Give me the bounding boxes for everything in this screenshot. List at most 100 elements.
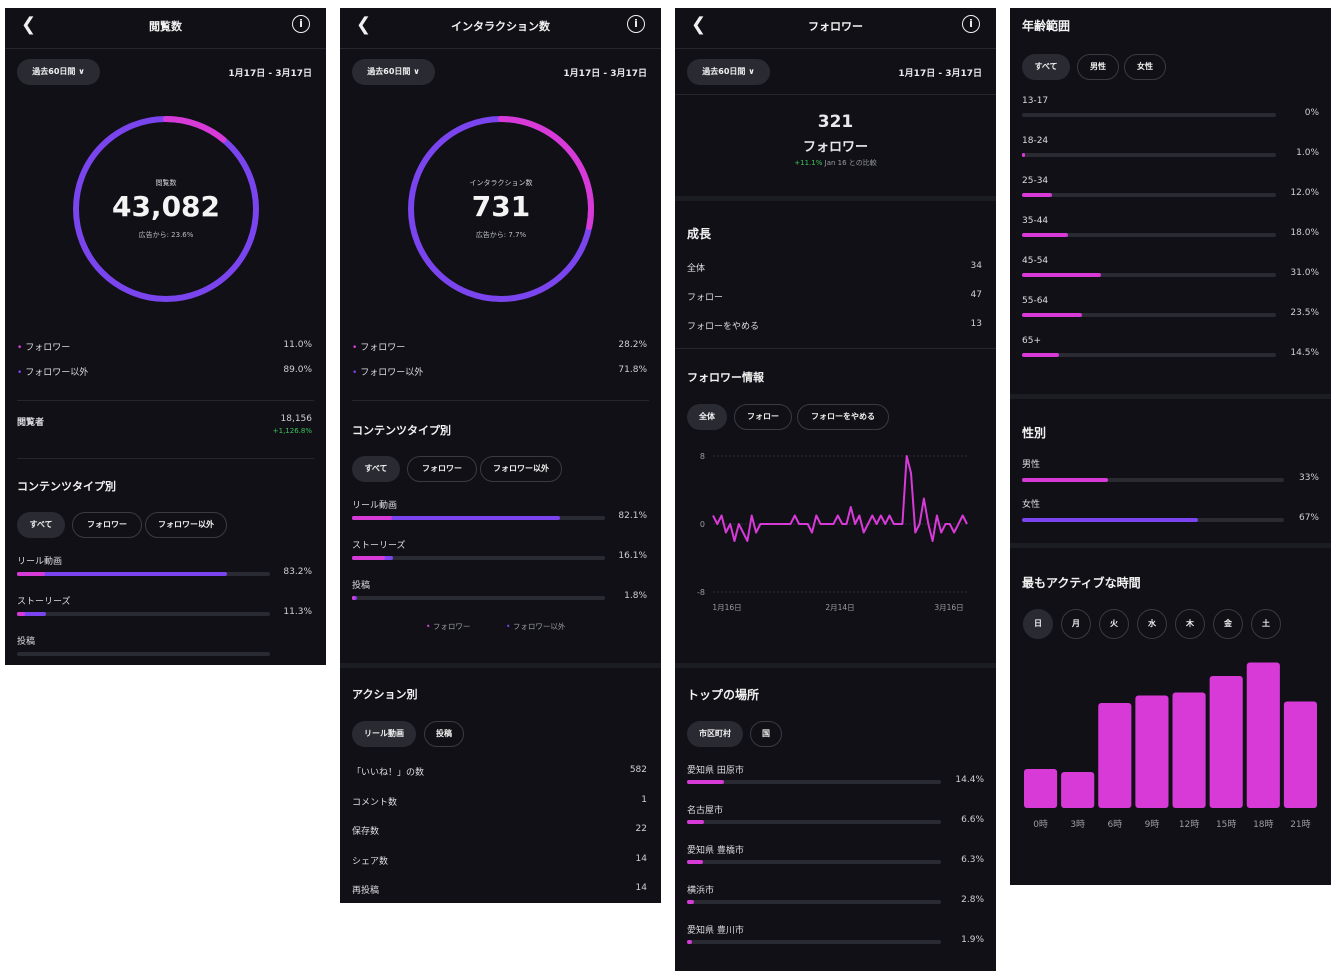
age-label: 18-24 <box>1022 136 1049 146</box>
active-time-bar-chart: 0時 3時 6時 9時 12時 15時 18時 21時 <box>1024 662 1317 830</box>
follower-count-label: フォロワー <box>802 140 868 155</box>
age-filter-all[interactable]: すべて <box>1022 54 1070 80</box>
followers-screen: ❮ フォロワー i 過去60日間 ∨ 1月17日 - 3月17日 321 フォロ… <box>675 8 996 971</box>
pink-dot-icon: • <box>352 343 358 353</box>
action-title: アクション別 <box>352 688 418 701</box>
location-filter-city[interactable]: 市区町村 <box>687 721 743 747</box>
y-tick-label: -8 <box>697 588 705 597</box>
growth-value: 47 <box>970 290 982 300</box>
page-title: 閲覧数 <box>149 20 182 33</box>
action-value: 1 <box>641 794 647 805</box>
follower-bar <box>352 556 385 560</box>
day-selector[interactable]: 金 <box>1213 609 1243 639</box>
gender-title: 性別 <box>1022 426 1047 440</box>
location-label: 愛知県 豊橋市 <box>687 846 744 856</box>
filter-all[interactable]: すべて <box>17 512 65 538</box>
age-filter-female[interactable]: 女性 <box>1124 54 1166 80</box>
filter-follower[interactable]: フォロワー <box>407 456 477 482</box>
age-track <box>1022 353 1276 357</box>
age-track <box>1022 113 1276 117</box>
location-value: 14.4% <box>955 775 984 785</box>
content-type-track <box>17 652 270 656</box>
age-value: 1.0% <box>1296 148 1319 158</box>
location-filter-country[interactable]: 国 <box>750 721 782 747</box>
location-value: 2.8% <box>961 895 984 905</box>
date-range: 1月17日 - 3月17日 <box>563 69 647 79</box>
age-value: 23.5% <box>1290 308 1319 318</box>
non-follower-bar <box>17 572 228 576</box>
location-bar <box>687 900 695 904</box>
pink-dot-icon: • <box>17 343 23 353</box>
date-range: 1月17日 - 3月17日 <box>228 69 312 79</box>
age-bar <box>1022 193 1053 197</box>
follower-bar <box>352 596 355 600</box>
hour-label: 0時 <box>1033 819 1048 830</box>
action-filter-posts[interactable]: 投稿 <box>424 721 464 747</box>
info-filter-all[interactable]: 全体 <box>687 404 727 430</box>
info-filter-follow[interactable]: フォロー <box>734 404 792 430</box>
filter-all[interactable]: すべて <box>352 456 400 482</box>
active-time-bar <box>1024 769 1058 808</box>
day-selector[interactable]: 月 <box>1061 609 1091 639</box>
hour-label: 15時 <box>1216 819 1236 830</box>
page-title: フォロワー <box>808 20 863 33</box>
content-type-value: 1.8% <box>624 591 647 601</box>
age-bar <box>1022 353 1059 357</box>
top-locations-title: トップの場所 <box>687 688 760 702</box>
chevron-down-icon: ∨ <box>413 67 420 76</box>
age-bar <box>1022 153 1025 157</box>
age-bar <box>1022 313 1082 317</box>
active-time-bar <box>1098 703 1132 808</box>
location-track <box>687 780 941 784</box>
purple-dot-icon: • <box>17 368 23 378</box>
active-time-bar <box>1135 695 1169 808</box>
x-tick-label: 1月16日 <box>712 603 741 612</box>
day-selector[interactable]: 火 <box>1099 609 1129 639</box>
age-value: 0% <box>1304 108 1319 118</box>
active-time-title: 最もアクティブな時間 <box>1022 576 1141 590</box>
action-filter-reels[interactable]: リール動画 <box>352 721 416 747</box>
age-range-title: 年齢範囲 <box>1022 19 1071 33</box>
filter-non-follower[interactable]: フォロワー以外 <box>145 512 227 538</box>
day-selector[interactable]: 水 <box>1137 609 1167 639</box>
gender-label: 女性 <box>1022 500 1041 510</box>
growth-label: 全体 <box>687 264 706 274</box>
info-icon[interactable]: i <box>962 15 980 33</box>
growth-label: フォローをやめる <box>687 322 760 332</box>
age-value: 12.0% <box>1290 188 1319 198</box>
period-dropdown[interactable]: 過去60日間 ∨ <box>352 59 435 85</box>
info-filter-unfollow[interactable]: フォローをやめる <box>797 404 889 430</box>
ring-label: 閲覧数 <box>155 179 177 187</box>
content-type-value: 82.1% <box>618 511 647 521</box>
ads-note: 広告から: 7.7% <box>475 231 527 239</box>
age-filter-male[interactable]: 男性 <box>1077 54 1119 80</box>
legend-follower-value: 11.0% <box>283 340 312 350</box>
date-range: 1月17日 - 3月17日 <box>898 69 982 79</box>
x-tick-label: 2月14日 <box>825 603 854 612</box>
day-selector[interactable]: 日 <box>1023 609 1053 639</box>
age-label: 25-34 <box>1022 176 1049 186</box>
location-bar <box>687 860 703 864</box>
location-track <box>687 860 941 864</box>
day-selector[interactable]: 土 <box>1251 609 1281 639</box>
content-type-track <box>17 612 270 616</box>
period-dropdown[interactable]: 過去60日間 ∨ <box>687 59 770 85</box>
action-value: 14 <box>635 853 647 864</box>
filter-non-follower[interactable]: フォロワー以外 <box>480 456 562 482</box>
y-tick-label: 0 <box>700 520 705 529</box>
action-label: 再投稿 <box>352 886 380 896</box>
content-type-label: リール動画 <box>17 557 63 567</box>
views-screen: ❮ 閲覧数 i 過去60日間 ∨ 1月17日 - 3月17日 閲覧数 43,08… <box>5 8 326 665</box>
follower-bar <box>17 612 25 616</box>
filter-follower[interactable]: フォロワー <box>72 512 142 538</box>
info-icon[interactable]: i <box>292 15 310 33</box>
age-label: 55-64 <box>1022 296 1049 306</box>
active-time-bar <box>1209 676 1243 808</box>
location-label: 愛知県 田原市 <box>687 766 744 776</box>
info-icon[interactable]: i <box>627 15 645 33</box>
legend-non-follower: • フォロワー以外 <box>17 368 89 378</box>
viewers-value: 18,156 <box>280 414 313 424</box>
age-label: 65+ <box>1022 336 1041 346</box>
day-selector[interactable]: 木 <box>1175 609 1205 639</box>
period-dropdown[interactable]: 過去60日間 ∨ <box>17 59 100 85</box>
